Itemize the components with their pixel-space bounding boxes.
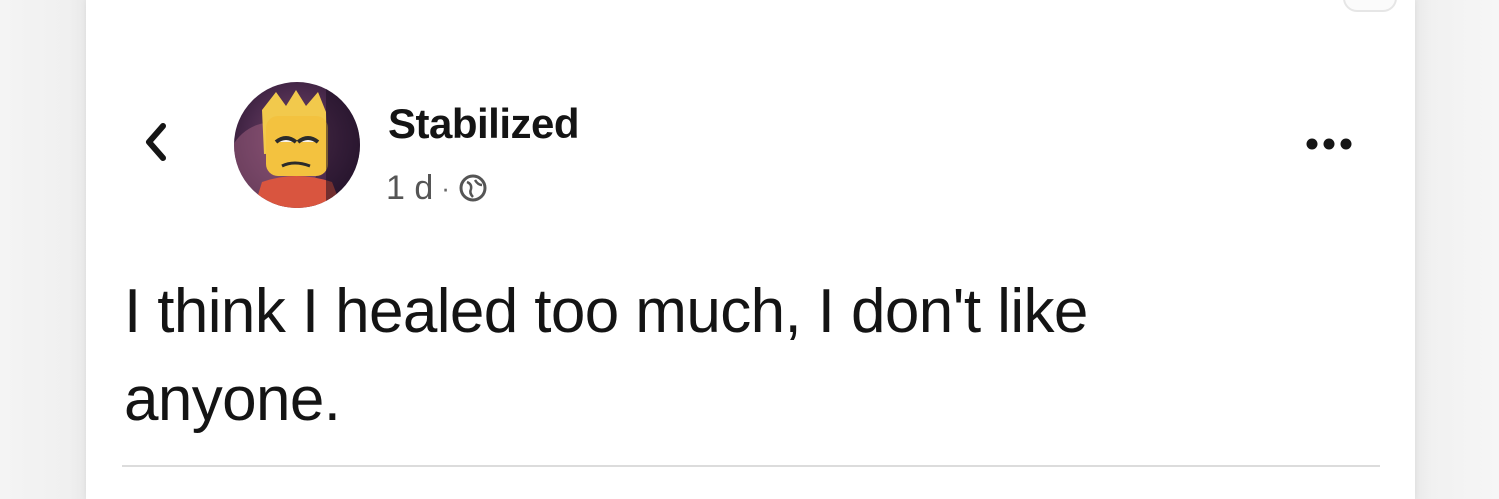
post-meta: 1 d · [386,166,488,210]
page-edge-left [0,0,86,499]
post-text: I think I healed too much, I don't like … [124,277,1088,435]
back-button[interactable] [134,118,178,170]
chevron-left-icon [141,120,171,169]
top-pill-button[interactable] [1343,0,1397,12]
more-options-button[interactable] [1299,128,1359,164]
avatar[interactable] [234,82,360,208]
page-edge-right [1415,0,1499,499]
more-horizontal-icon [1304,137,1354,156]
profile-avatar-image [234,82,360,208]
post-time[interactable]: 1 d [386,169,433,208]
post-card: Stabilized 1 d · I think I healed too mu… [86,0,1415,499]
globe-icon [458,173,488,203]
author-name[interactable]: Stabilized [388,100,580,148]
divider [122,465,1380,467]
meta-separator: · [441,172,450,203]
